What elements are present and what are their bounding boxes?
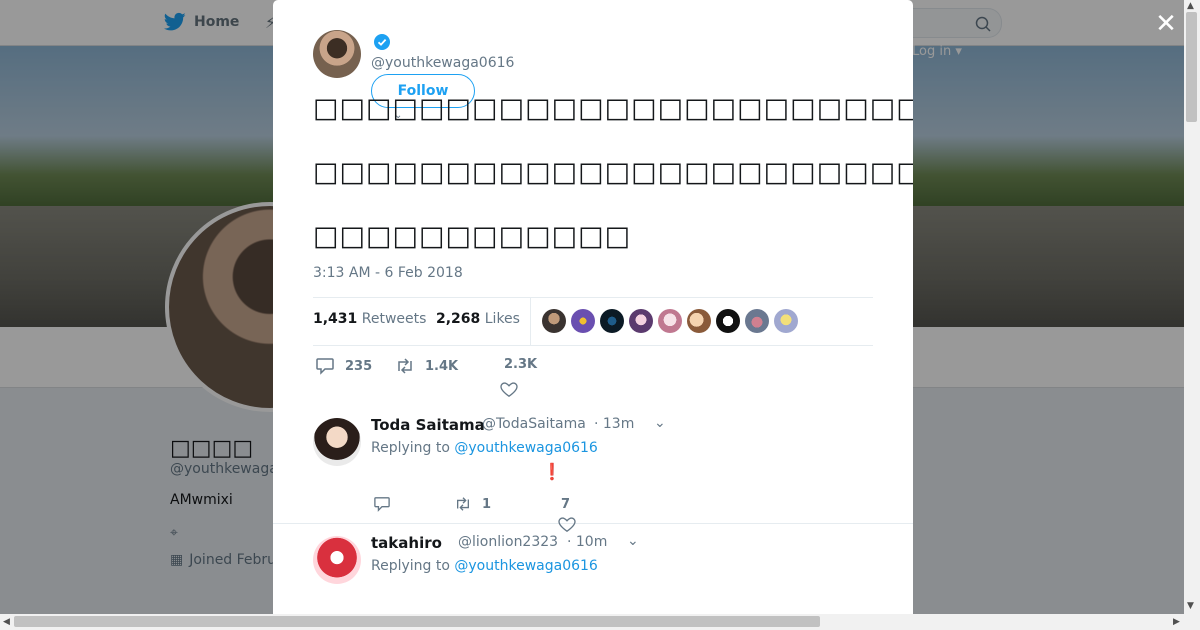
reply-author-avatar[interactable] — [313, 418, 361, 466]
liker-avatar[interactable] — [658, 309, 682, 333]
retweet-label: Retweets — [361, 311, 427, 327]
liker-avatar[interactable] — [542, 309, 566, 333]
reply-time[interactable]: · 10m — [567, 534, 607, 550]
reply-icon — [316, 358, 334, 375]
reply-button[interactable]: 235 — [315, 357, 372, 375]
horizontal-scrollbar[interactable]: ◀ ▶ — [0, 614, 1200, 630]
scroll-left-icon[interactable]: ◀ — [3, 617, 10, 627]
liker-avatar[interactable] — [687, 309, 711, 333]
reply-tweet[interactable]: Toda Saitama @TodaSaitama · 13m ⌄ Replyi… — [273, 402, 913, 533]
replying-to: Replying to @youthkewaga0616 — [371, 440, 598, 456]
replying-to-link[interactable]: @youthkewaga0616 — [454, 558, 597, 574]
reply-icon[interactable] — [373, 496, 391, 512]
reply-author-handle[interactable]: @lionlion2323 — [458, 534, 558, 550]
reply-like-count: 7 — [561, 497, 571, 512]
close-icon[interactable]: ✕ — [1152, 10, 1180, 38]
replying-prefix: Replying to — [371, 558, 450, 574]
liker-avatar[interactable] — [745, 309, 769, 333]
like-label: Likes — [484, 311, 520, 327]
liker-avatar[interactable] — [600, 309, 624, 333]
verified-badge-icon — [374, 34, 390, 50]
author-avatar[interactable] — [313, 30, 361, 78]
chevron-down-icon[interactable]: ⌄ — [654, 415, 666, 431]
replying-to-link[interactable]: @youthkewaga0616 — [454, 440, 597, 456]
reply-author-name[interactable]: takahiro — [371, 534, 442, 552]
liker-avatar[interactable] — [774, 309, 798, 333]
reply-author-handle[interactable]: @TodaSaitama — [482, 416, 586, 432]
reply-author-name[interactable]: Toda Saitama — [371, 416, 485, 434]
like-action-count: 2.3K — [504, 357, 538, 372]
replying-prefix: Replying to — [371, 440, 450, 456]
reply-text: ❗ — [542, 462, 562, 481]
reply-author-avatar[interactable] — [313, 536, 361, 584]
chevron-down-icon[interactable]: ⌄ — [627, 533, 639, 549]
replying-to: Replying to @youthkewaga0616 — [371, 558, 598, 574]
horizontal-scroll-thumb[interactable] — [14, 616, 820, 627]
retweet-stat[interactable]: 1,431 Retweets — [313, 311, 426, 327]
retweet-icon — [398, 358, 412, 374]
scroll-up-icon[interactable]: ▲ — [1187, 1, 1194, 11]
liker-avatar[interactable] — [629, 309, 653, 333]
vertical-scrollbar[interactable]: ▲ ▼ — [1184, 0, 1200, 614]
retweet-button[interactable]: 1.4K — [395, 357, 458, 375]
tweet-timestamp[interactable]: 3:13 AM - 6 Feb 2018 — [313, 265, 463, 281]
heart-icon[interactable] — [500, 382, 518, 398]
reply-time[interactable]: · 13m — [594, 416, 634, 432]
vertical-scroll-thumb[interactable] — [1186, 12, 1197, 122]
retweet-icon[interactable] — [454, 496, 472, 512]
like-button[interactable]: 2.3K — [504, 357, 537, 372]
tweet-text-line-3: □□□□□□□□□□□□ — [313, 221, 632, 252]
liker-avatars — [542, 309, 798, 333]
tweet-text-line-1: □□□□□□□□□□□□□□□□□□□□□□□□□□□□□□□□□□□□□□□□… — [313, 93, 913, 124]
retweet-action-count: 1.4K — [425, 358, 459, 374]
liker-avatar[interactable] — [716, 309, 740, 333]
scroll-down-icon[interactable]: ▼ — [1187, 601, 1194, 611]
author-handle[interactable]: @youthkewaga0616 — [371, 55, 514, 71]
tweet-permalink-modal: @youthkewaga0616 Follow ⌄ □□□□□□□□□□□□□□… — [273, 0, 913, 614]
scroll-right-icon[interactable]: ▶ — [1173, 617, 1180, 627]
liker-avatar[interactable] — [571, 309, 595, 333]
tweet-text-line-2: □□□□□□□□□□□□□□□□□□□□□□□□□□□□□□□ — [313, 157, 913, 188]
retweet-count: 1,431 — [313, 311, 358, 327]
tweet-stats: 1,431 Retweets 2,268 Likes — [313, 297, 873, 346]
reply-retweet-count: 1 — [482, 497, 492, 512]
reply-tweet[interactable]: takahiro @lionlion2323 · 10m ⌄ Replying … — [273, 523, 913, 614]
like-stat[interactable]: 2,268 Likes — [436, 311, 520, 327]
like-count: 2,268 — [436, 311, 481, 327]
tweet-actions: 235 1.4K 2.3K — [313, 357, 873, 398]
reply-count: 235 — [345, 358, 373, 374]
